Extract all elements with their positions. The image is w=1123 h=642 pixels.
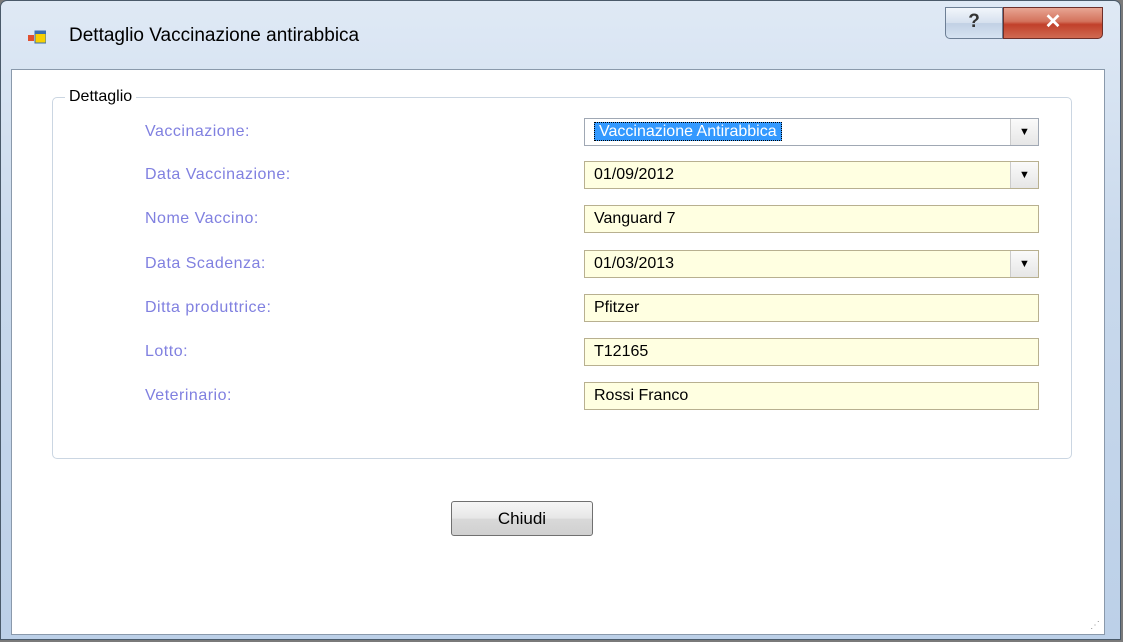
resize-grip-icon[interactable]: ⋰	[1090, 620, 1100, 631]
label-data-scadenza: Data Scadenza:	[145, 255, 266, 272]
close-icon: ✕	[1044, 11, 1062, 33]
dialog-window: Dettaglio Vaccinazione antirabbica ? ✕ D…	[0, 0, 1121, 640]
label-nome-vaccino: Nome Vaccino:	[145, 210, 259, 227]
data-scadenza-value: 01/03/2013	[594, 255, 675, 272]
label-ditta-produttrice: Ditta produttrice:	[145, 299, 272, 316]
dropdown-arrow-icon[interactable]: ▼	[1010, 119, 1038, 145]
groupbox-title: Dettaglio	[65, 88, 137, 106]
form-icon	[28, 30, 46, 44]
help-icon: ?	[968, 11, 980, 32]
dialog-body: Dettaglio Vaccinazione: Vaccinazione Ant…	[11, 69, 1105, 635]
vaccinazione-selected-value: Vaccinazione Antirabbica	[594, 122, 782, 141]
help-button[interactable]: ?	[945, 7, 1003, 39]
window-title: Dettaglio Vaccinazione antirabbica	[69, 25, 360, 46]
data-vaccinazione-picker[interactable]: 01/09/2012 ▼	[584, 161, 1039, 189]
data-vaccinazione-value: 01/09/2012	[594, 166, 675, 183]
label-lotto: Lotto:	[145, 343, 189, 360]
calendar-dropdown-icon[interactable]: ▼	[1010, 251, 1038, 277]
detail-groupbox: Dettaglio Vaccinazione: Vaccinazione Ant…	[52, 88, 1072, 459]
label-data-vaccinazione: Data Vaccinazione:	[145, 166, 291, 183]
chiudi-button[interactable]: Chiudi	[451, 501, 593, 536]
label-veterinario: Veterinario:	[145, 387, 232, 404]
title-bar[interactable]: Dettaglio Vaccinazione antirabbica ? ✕	[1, 1, 1120, 69]
label-vaccinazione: Vaccinazione:	[145, 123, 250, 140]
ditta-produttrice-field[interactable]: Pfitzer	[584, 294, 1039, 322]
vaccinazione-combobox[interactable]: Vaccinazione Antirabbica ▼	[584, 118, 1039, 146]
lotto-field[interactable]: T12165	[584, 338, 1039, 366]
nome-vaccino-field[interactable]: Vanguard 7	[584, 205, 1039, 233]
data-scadenza-picker[interactable]: 01/03/2013 ▼	[584, 250, 1039, 278]
calendar-dropdown-icon[interactable]: ▼	[1010, 162, 1038, 188]
close-window-button[interactable]: ✕	[1003, 7, 1103, 39]
veterinario-field[interactable]: Rossi Franco	[584, 382, 1039, 410]
